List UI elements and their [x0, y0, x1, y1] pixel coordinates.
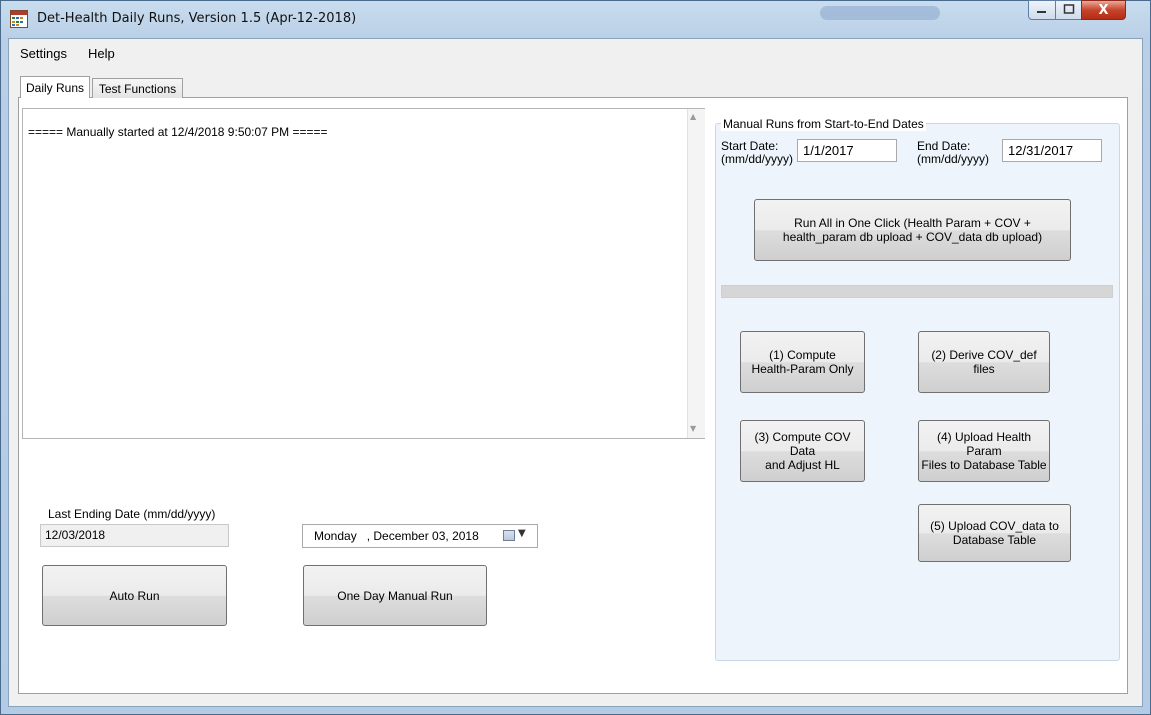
upload-health-param-button[interactable]: (4) Upload Health Param Files to Databas…	[918, 420, 1050, 482]
last-ending-date-field[interactable]: 12/03/2018	[40, 524, 229, 547]
scroll-down-icon[interactable]: ▼	[690, 424, 696, 433]
step1-label-line1: (1) Compute	[769, 348, 836, 362]
start-date-label-line2: (mm/dd/yyyy)	[721, 152, 793, 166]
date-picker-value: Monday , December 03, 2018	[314, 529, 479, 543]
tab-test-functions[interactable]: Test Functions	[92, 78, 183, 98]
maximize-icon	[1063, 3, 1075, 17]
run-all-button[interactable]: Run All in One Click (Health Param + COV…	[754, 199, 1071, 261]
close-button[interactable]: X	[1081, 0, 1126, 20]
log-textbox[interactable]	[22, 108, 705, 439]
log-line: ===== Manually started at 12/4/2018 9:50…	[28, 125, 328, 139]
start-date-input[interactable]: 1/1/2017	[797, 139, 897, 162]
tab-daily-runs[interactable]: Daily Runs	[20, 76, 90, 98]
title-bar-highlight	[820, 6, 940, 20]
menu-bar	[9, 39, 1142, 67]
progress-bar	[721, 285, 1113, 298]
run-all-label-line2: health_param db upload + COV_data db upl…	[782, 230, 1043, 244]
step1-label-line2: Health-Param Only	[751, 362, 854, 376]
log-scrollbar[interactable]	[687, 109, 705, 438]
step4-label-line2: Files to Database Table	[921, 458, 1047, 472]
run-all-label-line1: Run All in One Click (Health Param + COV…	[794, 216, 1031, 230]
menu-help[interactable]: Help	[88, 46, 115, 61]
maximize-button[interactable]	[1055, 0, 1082, 20]
start-date-label: Start Date: (mm/dd/yyyy)	[721, 140, 793, 166]
end-date-input[interactable]: 12/31/2017	[1002, 139, 1102, 162]
minimize-icon	[1036, 3, 1048, 17]
calendar-icon[interactable]	[503, 530, 515, 541]
upload-cov-data-button[interactable]: (5) Upload COV_data to Database Table	[918, 504, 1071, 562]
one-day-manual-run-button[interactable]: One Day Manual Run	[303, 565, 487, 626]
minimize-button[interactable]	[1028, 0, 1056, 20]
scroll-up-icon[interactable]: ▲	[690, 112, 696, 121]
close-icon: X	[1098, 2, 1109, 18]
step5-label-line1: (5) Upload COV_data to	[930, 519, 1059, 533]
derive-cov-def-button[interactable]: (2) Derive COV_def files	[918, 331, 1050, 393]
step5-label-line2: Database Table	[952, 533, 1037, 547]
step3-label-line2: and Adjust HL	[765, 458, 840, 472]
compute-health-param-button[interactable]: (1) Compute Health-Param Only	[740, 331, 865, 393]
last-ending-date-label: Last Ending Date (mm/dd/yyyy)	[48, 507, 216, 521]
manual-runs-group-title: Manual Runs from Start-to-End Dates	[721, 117, 926, 131]
status-strip	[18, 694, 1130, 704]
compute-cov-data-button[interactable]: (3) Compute COV Data and Adjust HL	[740, 420, 865, 482]
end-date-label-line2: (mm/dd/yyyy)	[917, 152, 989, 166]
step4-label-line1: (4) Upload Health Param	[936, 430, 1032, 458]
auto-run-button[interactable]: Auto Run	[42, 565, 227, 626]
menu-settings[interactable]: Settings	[20, 46, 67, 61]
calendar-grid-icon[interactable]	[10, 10, 28, 28]
title-bar[interactable]: Det-Health Daily Runs, Version 1.5 (Apr-…	[0, 0, 1151, 38]
end-date-label: End Date: (mm/dd/yyyy)	[917, 140, 989, 166]
step2-label: (2) Derive COV_def files	[931, 348, 1037, 376]
step3-label-line1: (3) Compute COV Data	[754, 430, 851, 458]
window-title: Det-Health Daily Runs, Version 1.5 (Apr-…	[37, 11, 357, 26]
chevron-down-icon[interactable]: ▼	[518, 528, 526, 539]
